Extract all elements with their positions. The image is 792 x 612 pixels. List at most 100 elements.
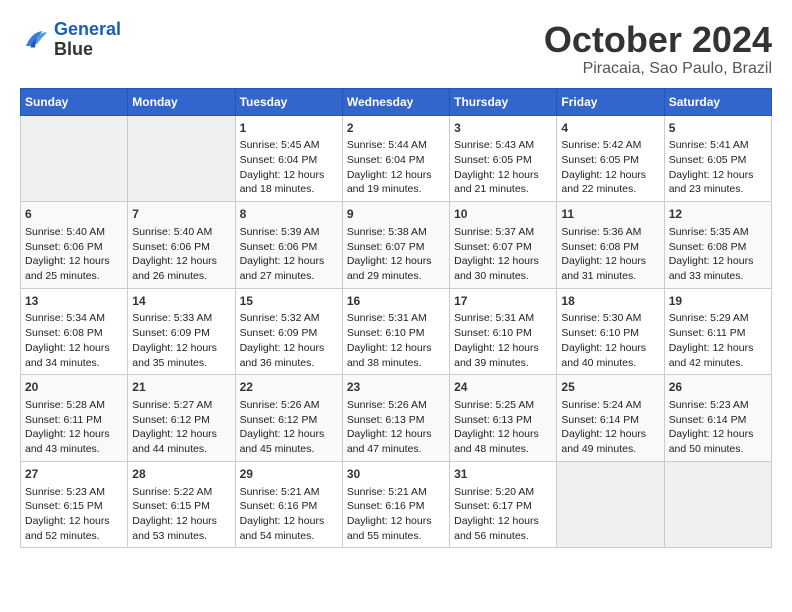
day-info: Sunrise: 5:34 AMSunset: 6:08 PMDaylight:…: [25, 311, 123, 370]
logo-icon: [20, 25, 50, 55]
location: Piracaia, Sao Paulo, Brazil: [544, 60, 772, 78]
day-info: Sunrise: 5:37 AMSunset: 6:07 PMDaylight:…: [454, 225, 552, 284]
calendar-day: 25 Sunrise: 5:24 AMSunset: 6:14 PMDayligh…: [557, 375, 664, 462]
day-number: 14: [132, 293, 230, 310]
calendar-day: 20Sunrise: 5:28 AMSunset: 6:11 PMDayligh…: [21, 375, 128, 462]
calendar-body: 1Sunrise: 5:45 AMSunset: 6:04 PMDaylight…: [21, 115, 772, 548]
day-info: Sunrise: 5:39 AMSunset: 6:06 PMDaylight:…: [240, 225, 338, 284]
day-number: 22: [240, 379, 338, 396]
day-info: Sunrise: 5:44 AMSunset: 6:04 PMDaylight:…: [347, 138, 445, 197]
day-info: Sunrise: 5:42 AMSunset: 6:05 PMDaylight:…: [561, 138, 659, 197]
day-number: 8: [240, 206, 338, 223]
calendar-day: 3Sunrise: 5:43 AMSunset: 6:05 PMDaylight…: [450, 115, 557, 202]
calendar-day: [128, 115, 235, 202]
calendar-day: 26Sunrise: 5:23 AMSunset: 6:14 PMDayligh…: [664, 375, 771, 462]
day-info: Sunrise: 5:32 AMSunset: 6:09 PMDaylight:…: [240, 311, 338, 370]
calendar-day: 21Sunrise: 5:27 AMSunset: 6:12 PMDayligh…: [128, 375, 235, 462]
weekday-header: Wednesday: [342, 88, 449, 115]
calendar-week: 1Sunrise: 5:45 AMSunset: 6:04 PMDaylight…: [21, 115, 772, 202]
day-info: Sunrise: 5:21 AMSunset: 6:16 PMDaylight:…: [240, 485, 338, 544]
day-number: 24: [454, 379, 552, 396]
calendar-day: [21, 115, 128, 202]
calendar-day: 27 Sunrise: 5:23 AMSunset: 6:15 PMDayligh…: [21, 461, 128, 548]
weekday-header: Saturday: [664, 88, 771, 115]
day-number: 2: [347, 120, 445, 137]
calendar-day: 13Sunrise: 5:34 AMSunset: 6:08 PMDayligh…: [21, 288, 128, 375]
calendar-day: 22 Sunrise: 5:26 AMSunset: 6:12 PMDayligh…: [235, 375, 342, 462]
calendar-day: [557, 461, 664, 548]
day-info: Sunrise: 5:36 AMSunset: 6:08 PMDaylight:…: [561, 225, 659, 284]
day-number: 19: [669, 293, 767, 310]
day-info: Sunrise: 5:31 AMSunset: 6:10 PMDaylight:…: [454, 311, 552, 370]
calendar-day: 11 Sunrise: 5:36 AMSunset: 6:08 PMDayligh…: [557, 202, 664, 289]
logo-line2: Blue: [54, 40, 121, 60]
calendar-day: [664, 461, 771, 548]
calendar-day: 23Sunrise: 5:26 AMSunset: 6:13 PMDayligh…: [342, 375, 449, 462]
calendar-week: 6 Sunrise: 5:40 AMSunset: 6:06 PMDaylight…: [21, 202, 772, 289]
day-number: 3: [454, 120, 552, 137]
day-number: 11: [561, 206, 659, 223]
day-info: Sunrise: 5:27 AMSunset: 6:12 PMDaylight:…: [132, 398, 230, 457]
day-info: Sunrise: 5:35 AMSunset: 6:08 PMDaylight:…: [669, 225, 767, 284]
day-info: Sunrise: 5:41 AMSunset: 6:05 PMDaylight:…: [669, 138, 767, 197]
logo: General Blue: [20, 20, 121, 60]
day-number: 15: [240, 293, 338, 310]
day-number: 9: [347, 206, 445, 223]
calendar-week: 13Sunrise: 5:34 AMSunset: 6:08 PMDayligh…: [21, 288, 772, 375]
day-info: Sunrise: 5:40 AMSunset: 6:06 PMDaylight:…: [132, 225, 230, 284]
calendar-day: 14Sunrise: 5:33 AMSunset: 6:09 PMDayligh…: [128, 288, 235, 375]
calendar-day: 5Sunrise: 5:41 AMSunset: 6:05 PMDaylight…: [664, 115, 771, 202]
calendar-week: 27 Sunrise: 5:23 AMSunset: 6:15 PMDayligh…: [21, 461, 772, 548]
day-number: 1: [240, 120, 338, 137]
calendar-day: 29 Sunrise: 5:21 AMSunset: 6:16 PMDayligh…: [235, 461, 342, 548]
day-info: Sunrise: 5:40 AMSunset: 6:06 PMDaylight:…: [25, 225, 123, 284]
month-title: October 2024: [544, 20, 772, 60]
calendar-header: SundayMondayTuesdayWednesdayThursdayFrid…: [21, 88, 772, 115]
calendar-day: 12 Sunrise: 5:35 AMSunset: 6:08 PMDayligh…: [664, 202, 771, 289]
day-info: Sunrise: 5:33 AMSunset: 6:09 PMDaylight:…: [132, 311, 230, 370]
day-number: 16: [347, 293, 445, 310]
calendar-day: 28 Sunrise: 5:22 AMSunset: 6:15 PMDayligh…: [128, 461, 235, 548]
calendar-day: 4Sunrise: 5:42 AMSunset: 6:05 PMDaylight…: [557, 115, 664, 202]
calendar-day: 17Sunrise: 5:31 AMSunset: 6:10 PMDayligh…: [450, 288, 557, 375]
day-number: 29: [240, 466, 338, 483]
day-info: Sunrise: 5:26 AMSunset: 6:12 PMDaylight:…: [240, 398, 338, 457]
day-number: 7: [132, 206, 230, 223]
page-header: General Blue October 2024 Piracaia, Sao …: [20, 20, 772, 78]
day-number: 28: [132, 466, 230, 483]
day-number: 17: [454, 293, 552, 310]
calendar-day: 7 Sunrise: 5:40 AMSunset: 6:06 PMDaylight…: [128, 202, 235, 289]
day-info: Sunrise: 5:23 AMSunset: 6:15 PMDaylight:…: [25, 485, 123, 544]
day-info: Sunrise: 5:31 AMSunset: 6:10 PMDaylight:…: [347, 311, 445, 370]
calendar-day: 24Sunrise: 5:25 AMSunset: 6:13 PMDayligh…: [450, 375, 557, 462]
day-number: 31: [454, 466, 552, 483]
logo-text: General Blue: [54, 20, 121, 60]
day-number: 30: [347, 466, 445, 483]
header-row: SundayMondayTuesdayWednesdayThursdayFrid…: [21, 88, 772, 115]
day-info: Sunrise: 5:43 AMSunset: 6:05 PMDaylight:…: [454, 138, 552, 197]
calendar-day: 10 Sunrise: 5:37 AMSunset: 6:07 PMDayligh…: [450, 202, 557, 289]
calendar-day: 1Sunrise: 5:45 AMSunset: 6:04 PMDaylight…: [235, 115, 342, 202]
day-number: 25: [561, 379, 659, 396]
calendar-day: 18Sunrise: 5:30 AMSunset: 6:10 PMDayligh…: [557, 288, 664, 375]
calendar-week: 20Sunrise: 5:28 AMSunset: 6:11 PMDayligh…: [21, 375, 772, 462]
day-number: 18: [561, 293, 659, 310]
day-info: Sunrise: 5:29 AMSunset: 6:11 PMDaylight:…: [669, 311, 767, 370]
day-info: Sunrise: 5:30 AMSunset: 6:10 PMDaylight:…: [561, 311, 659, 370]
day-number: 5: [669, 120, 767, 137]
day-number: 10: [454, 206, 552, 223]
day-number: 6: [25, 206, 123, 223]
weekday-header: Tuesday: [235, 88, 342, 115]
day-info: Sunrise: 5:24 AMSunset: 6:14 PMDaylight:…: [561, 398, 659, 457]
logo-line1: General: [54, 19, 121, 39]
weekday-header: Friday: [557, 88, 664, 115]
calendar-day: 6 Sunrise: 5:40 AMSunset: 6:06 PMDaylight…: [21, 202, 128, 289]
day-info: Sunrise: 5:22 AMSunset: 6:15 PMDaylight:…: [132, 485, 230, 544]
calendar-day: 8 Sunrise: 5:39 AMSunset: 6:06 PMDaylight…: [235, 202, 342, 289]
title-block: October 2024 Piracaia, Sao Paulo, Brazil: [544, 20, 772, 78]
day-number: 27: [25, 466, 123, 483]
day-info: Sunrise: 5:20 AMSunset: 6:17 PMDaylight:…: [454, 485, 552, 544]
day-number: 12: [669, 206, 767, 223]
calendar-day: 31 Sunrise: 5:20 AMSunset: 6:17 PMDayligh…: [450, 461, 557, 548]
calendar-day: 15Sunrise: 5:32 AMSunset: 6:09 PMDayligh…: [235, 288, 342, 375]
